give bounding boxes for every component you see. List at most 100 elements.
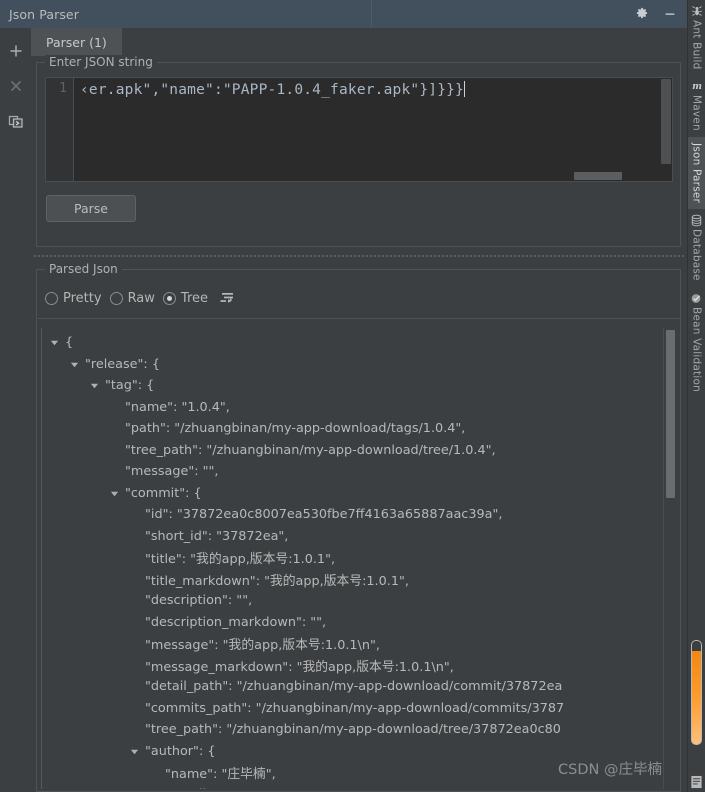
- memory-indicator[interactable]: [691, 640, 702, 745]
- tab-parser-1[interactable]: Parser (1): [31, 28, 122, 56]
- tool-label-json-parser: Json Parser: [690, 143, 703, 204]
- tool-button-database[interactable]: Database: [688, 209, 705, 287]
- radio-raw[interactable]: Raw: [109, 290, 160, 306]
- chevron-down-icon[interactable]: [108, 487, 121, 500]
- tree-row[interactable]: "path": "/zhuangbinan/my-app-download/ta…: [42, 418, 657, 440]
- tree-row[interactable]: "release": {: [42, 354, 657, 376]
- tree-row-text: "author": {: [145, 743, 216, 759]
- json-parser-tool-window: Json Parser Parser (1) Enter JSON string…: [0, 0, 705, 792]
- tool-label-maven: Maven: [690, 95, 703, 132]
- tool-button-ant-build[interactable]: Ant Build: [688, 0, 705, 75]
- bean-validation-icon: [690, 291, 704, 305]
- tool-label-bean-validation: Bean Validation: [690, 307, 703, 392]
- tree-row[interactable]: "commits_path": "/zhuangbinan/my-app-dow…: [42, 698, 657, 720]
- minimize-icon[interactable]: [661, 5, 679, 23]
- chevron-down-icon[interactable]: [48, 336, 61, 349]
- editor-horizontal-scrollbar[interactable]: [574, 172, 622, 180]
- input-panel-legend: Enter JSON string: [45, 55, 157, 69]
- tree-row[interactable]: {: [42, 332, 657, 354]
- json-input-editor[interactable]: 1 ‹er.apk","name":"PAPP-1.0.4_faker.apk"…: [45, 77, 673, 182]
- chevron-down-icon[interactable]: [128, 745, 141, 758]
- radio-raw-dot: [109, 291, 123, 305]
- tree-row[interactable]: "message": "",: [42, 461, 657, 483]
- json-tree-rows: { "release": { "tag": { "name": "1.0.4", "pa…: [42, 328, 657, 789]
- tree-row-text: "commits_path": "/zhuangbinan/my-app-dow…: [145, 700, 565, 716]
- tree-row[interactable]: "tree_path": "/zhuangbinan/my-app-downlo…: [42, 719, 657, 741]
- tree-row[interactable]: "description_markdown": "",: [42, 612, 657, 634]
- radio-pretty-label: Pretty: [63, 290, 102, 306]
- tool-label-ant-build: Ant Build: [690, 20, 703, 70]
- tree-row-text: "tag": {: [105, 378, 155, 394]
- tree-row-text: "short_id": "37872ea",: [145, 528, 289, 544]
- tree-row[interactable]: "name": "1.0.4",: [42, 397, 657, 419]
- tree-row[interactable]: "message_markdown": "我的app,版本号:1.0.1\n",: [42, 655, 657, 677]
- window-title: Json Parser: [9, 6, 79, 22]
- tree-row-text: "id": "37872ea0c8007ea530fbe7ff4163a6588…: [145, 507, 503, 523]
- radio-tree[interactable]: Tree: [162, 290, 213, 306]
- tree-row[interactable]: "tree_path": "/zhuangbinan/my-app-downlo…: [42, 440, 657, 462]
- json-tree-view[interactable]: { "release": { "tag": { "name": "1.0.4", "pa…: [41, 328, 678, 789]
- tree-row[interactable]: "commit": {: [42, 483, 657, 505]
- text-caret: [463, 81, 465, 97]
- tree-row-text: "detail_path": "/zhuangbinan/my-app-down…: [145, 679, 563, 695]
- tree-row[interactable]: "title_markdown": "我的app,版本号:1.0.1",: [42, 569, 657, 591]
- tree-row-text: "message_markdown": "我的app,版本号:1.0.1\n",: [145, 659, 454, 675]
- maven-icon: m: [690, 79, 704, 93]
- chevron-down-icon[interactable]: [68, 358, 81, 371]
- tree-row-text: "path": "/zhuangbinan/my-app-download/ta…: [125, 421, 466, 437]
- gear-icon[interactable]: [633, 5, 651, 23]
- tree-row-text: "tree_path": "/zhuangbinan/my-app-downlo…: [125, 442, 496, 458]
- parsed-panel-legend: Parsed Json: [45, 262, 122, 276]
- tree-row-text: "name": "1.0.4",: [125, 399, 230, 415]
- ant-icon: [690, 4, 704, 18]
- tool-button-json-parser[interactable]: Json Parser: [687, 137, 705, 210]
- tool-button-maven[interactable]: m Maven: [688, 75, 705, 137]
- tool-window-titlebar: Json Parser: [0, 0, 687, 28]
- tree-row[interactable]: "description": "",: [42, 590, 657, 612]
- radio-raw-label: Raw: [127, 290, 155, 306]
- left-toolbar: [0, 28, 31, 792]
- tree-row[interactable]: "id": "37872ea0c8007ea530fbe7ff4163a6588…: [42, 504, 657, 526]
- tool-button-bean-validation[interactable]: Bean Validation: [688, 287, 705, 398]
- tree-row[interactable]: "title": "我的app,版本号:1.0.1",: [42, 547, 657, 569]
- tree-scroll-track[interactable]: [663, 328, 678, 789]
- enter-json-string-panel: Enter JSON string 1 ‹er.apk","name":"PAP…: [36, 55, 681, 247]
- tab-label: Parser (1): [46, 34, 107, 50]
- json-input-text[interactable]: ‹er.apk","name":"PAPP-1.0.4_faker.apk"}]…: [74, 78, 672, 181]
- tree-row[interactable]: "detail_path": "/zhuangbinan/my-app-down…: [42, 676, 657, 698]
- tree-vertical-scrollbar[interactable]: [666, 330, 675, 498]
- tree-row-text: "message": "我的app,版本号:1.0.1\n",: [145, 638, 380, 654]
- titlebar-left: Json Parser: [0, 0, 372, 28]
- editor-vertical-scrollbar[interactable]: [661, 79, 671, 164]
- panel-divider: [38, 318, 681, 319]
- panel-splitter[interactable]: [33, 252, 685, 259]
- tree-row-text: "email": "3967900970@qq.com": [165, 787, 374, 789]
- memory-indicator-cap: [692, 641, 701, 651]
- radio-pretty[interactable]: Pretty: [45, 291, 107, 306]
- tree-row-text: "message": "",: [125, 464, 219, 480]
- view-mode-radio-group: Pretty Raw Tree: [45, 284, 235, 312]
- collapse-all-icon[interactable]: [219, 290, 235, 306]
- tree-row[interactable]: "tag": {: [42, 375, 657, 397]
- editor-line-number: 1: [46, 78, 74, 181]
- duplicate-icon[interactable]: [5, 110, 27, 132]
- event-log-icon[interactable]: [690, 774, 703, 789]
- tree-row[interactable]: "message": "我的app,版本号:1.0.1\n",: [42, 633, 657, 655]
- chevron-down-icon[interactable]: [88, 379, 101, 392]
- right-tool-strip: Ant Build m Maven Json Parser Database B…: [687, 0, 705, 792]
- radio-pretty-dot: [45, 291, 58, 305]
- parse-button[interactable]: Parse: [46, 195, 136, 222]
- svg-text:m: m: [692, 82, 702, 93]
- tree-row-text: "release": {: [85, 356, 160, 372]
- remove-parser-button[interactable]: [5, 75, 27, 97]
- tree-row[interactable]: "email": "3967900970@qq.com": [42, 784, 657, 789]
- parse-button-label: Parse: [74, 201, 108, 216]
- watermark-text: CSDN @庄毕楠: [558, 762, 662, 778]
- radio-tree-label: Tree: [180, 290, 209, 306]
- parsed-json-panel: Parsed Json Pretty Raw Tree {"release":…: [36, 262, 681, 792]
- tree-row-text: {: [65, 335, 74, 351]
- tree-row[interactable]: "short_id": "37872ea",: [42, 526, 657, 548]
- tree-row-text: "commit": {: [125, 485, 202, 501]
- json-input-value: ‹er.apk","name":"PAPP-1.0.4_faker.apk"}]…: [80, 82, 464, 98]
- add-parser-button[interactable]: [5, 40, 27, 62]
